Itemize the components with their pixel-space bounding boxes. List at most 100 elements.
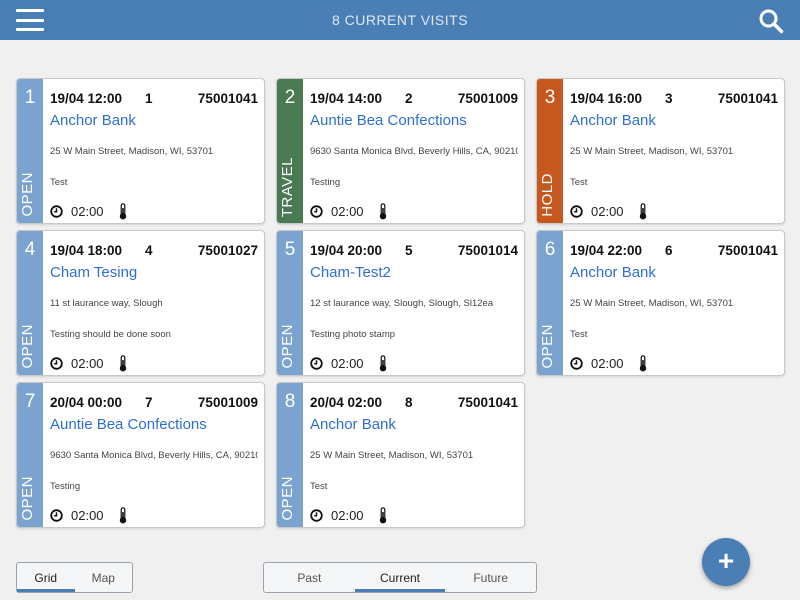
visit-sequence: 2 — [405, 91, 413, 106]
visit-number: 5 — [284, 239, 296, 260]
customer-name-link[interactable]: Anchor Bank — [50, 112, 258, 129]
visit-card[interactable]: 7 OPEN 20/04 00:00 7 75001009 Auntie Bea Conf… — [16, 382, 265, 528]
visit-datetime: 19/04 12:00 — [50, 91, 123, 106]
clock-icon — [50, 204, 63, 218]
visit-card[interactable]: 8 OPEN 20/04 02:00 8 75001041 Anchor Bank 25 W… — [276, 382, 525, 528]
visit-address: 9630 Santa Monica Blvd, Beverly Hills, C… — [50, 450, 258, 461]
status-label: OPEN — [19, 172, 36, 217]
view-option-grid[interactable]: Grid — [17, 563, 75, 592]
clock-icon — [310, 508, 323, 522]
visit-grid: 1 OPEN 19/04 12:00 1 75001041 Anchor Bank 25 W… — [16, 78, 785, 528]
thermometer-icon — [119, 354, 126, 371]
visit-card[interactable]: 3 HOLD 19/04 16:00 3 75001041 Anchor Bank 25 W… — [536, 78, 785, 224]
top-bar: 8 CURRENT VISITS — [0, 0, 800, 40]
time-filter-future[interactable]: Future — [445, 563, 536, 592]
visit-duration: 02:00 — [71, 355, 104, 371]
visit-card-body: 20/04 00:00 7 75001009 Auntie Bea Confectio… — [50, 383, 258, 527]
clock-icon — [50, 508, 63, 522]
visit-duration: 02:00 — [591, 355, 624, 371]
visit-address: 12 st laurance way, Slough, Slough, Sl12… — [310, 298, 494, 309]
thermometer-icon — [119, 506, 126, 523]
visit-datetime: 20/04 00:00 — [50, 395, 123, 410]
visit-duration: 02:00 — [331, 355, 364, 371]
status-stripe: 3 HOLD — [537, 79, 563, 223]
visit-number: 1 — [24, 87, 36, 108]
visit-note: Test — [50, 177, 68, 188]
visit-card-body: 19/04 16:00 3 75001041 Anchor Bank 25 W Main… — [570, 79, 778, 223]
visit-footer: 02:00 — [50, 202, 258, 220]
visit-reference: 75001041 — [457, 395, 518, 410]
visit-card-body: 19/04 12:00 1 75001041 Anchor Bank 25 W Main… — [50, 79, 258, 223]
visit-card[interactable]: 4 OPEN 19/04 18:00 4 75001027 Cham Tesing 11 s… — [16, 230, 265, 376]
status-stripe: 8 OPEN — [277, 383, 303, 527]
visit-number: 6 — [544, 239, 556, 260]
visit-card[interactable]: 2 TRAVEL 19/04 14:00 2 75001009 Auntie Bea Co… — [276, 78, 525, 224]
visit-card-body: 19/04 20:00 5 75001014 Cham-Test2 12 st laur… — [310, 231, 518, 375]
visit-sequence: 1 — [145, 91, 153, 106]
customer-name-link[interactable]: Anchor Bank — [570, 112, 778, 129]
customer-name-link[interactable]: Anchor Bank — [310, 416, 518, 433]
visit-sequence: 8 — [405, 395, 413, 410]
customer-name-link[interactable]: Anchor Bank — [570, 264, 778, 281]
visit-footer: 02:00 — [310, 202, 518, 220]
customer-name-link[interactable]: Cham Tesing — [50, 264, 258, 281]
visit-note: Test — [310, 481, 328, 492]
visit-card[interactable]: 6 OPEN 19/04 22:00 6 75001041 Anchor Bank 25 W… — [536, 230, 785, 376]
visit-reference: 75001041 — [717, 243, 778, 258]
visit-number: 7 — [24, 391, 36, 412]
visit-sequence: 7 — [145, 395, 153, 410]
add-visit-button[interactable]: + — [702, 538, 750, 586]
time-filter-current[interactable]: Current — [354, 563, 446, 592]
status-label: HOLD — [539, 173, 556, 217]
view-option-map[interactable]: Map — [75, 563, 133, 592]
visit-reference: 75001041 — [197, 91, 258, 106]
visit-note: Testing photo stamp — [310, 329, 396, 340]
thermometer-icon — [379, 354, 386, 371]
visit-address: 25 W Main Street, Madison, WI, 53701 — [570, 298, 734, 309]
visit-number: 3 — [544, 87, 556, 108]
visit-number: 4 — [24, 239, 36, 260]
plus-icon: + — [717, 545, 735, 576]
customer-name-link[interactable]: Auntie Bea Confections — [310, 112, 518, 129]
visit-card[interactable]: 1 OPEN 19/04 12:00 1 75001041 Anchor Bank 25 W… — [16, 78, 265, 224]
visit-datetime: 19/04 18:00 — [50, 243, 123, 258]
visit-note: Test — [570, 177, 588, 188]
visit-note: Test — [570, 329, 588, 340]
clock-icon — [310, 204, 323, 218]
customer-name-link[interactable]: Auntie Bea Confections — [50, 416, 258, 433]
status-label: OPEN — [279, 476, 296, 521]
visit-card-body: 19/04 18:00 4 75001027 Cham Tesing 11 st lau… — [50, 231, 258, 375]
clock-icon — [570, 204, 583, 218]
visit-datetime: 19/04 22:00 — [570, 243, 643, 258]
visit-number: 2 — [284, 87, 296, 108]
visit-footer: 02:00 — [50, 354, 258, 372]
time-filter: Past Current Future — [263, 562, 537, 593]
page-title: 8 CURRENT VISITS — [331, 12, 469, 28]
status-stripe: 2 TRAVEL — [277, 79, 303, 223]
visit-address: 25 W Main Street, Madison, WI, 53701 — [50, 146, 214, 157]
search-icon[interactable] — [758, 8, 784, 34]
visit-duration: 02:00 — [71, 203, 104, 219]
time-filter-past[interactable]: Past — [264, 563, 355, 592]
status-stripe: 7 OPEN — [17, 383, 43, 527]
customer-name-link[interactable]: Cham-Test2 — [310, 264, 518, 281]
thermometer-icon — [639, 202, 646, 219]
visit-datetime: 19/04 16:00 — [570, 91, 643, 106]
visit-duration: 02:00 — [331, 203, 364, 219]
status-stripe: 1 OPEN — [17, 79, 43, 223]
visit-address: 9630 Santa Monica Blvd, Beverly Hills, C… — [310, 146, 518, 157]
visit-note: Testing — [310, 177, 341, 188]
status-stripe: 4 OPEN — [17, 231, 43, 375]
status-label: OPEN — [539, 324, 556, 369]
visit-card[interactable]: 5 OPEN 19/04 20:00 5 75001014 Cham-Test2 12 st… — [276, 230, 525, 376]
visit-footer: 02:00 — [310, 506, 518, 524]
clock-icon — [570, 356, 583, 370]
visit-card-body: 19/04 22:00 6 75001041 Anchor Bank 25 W Main… — [570, 231, 778, 375]
status-label: OPEN — [19, 324, 36, 369]
clock-icon — [50, 356, 63, 370]
visit-reference: 75001009 — [457, 91, 518, 106]
hamburger-menu-icon[interactable] — [16, 9, 44, 31]
visit-sequence: 4 — [145, 243, 153, 258]
thermometer-icon — [379, 202, 386, 219]
visit-footer: 02:00 — [570, 202, 778, 220]
